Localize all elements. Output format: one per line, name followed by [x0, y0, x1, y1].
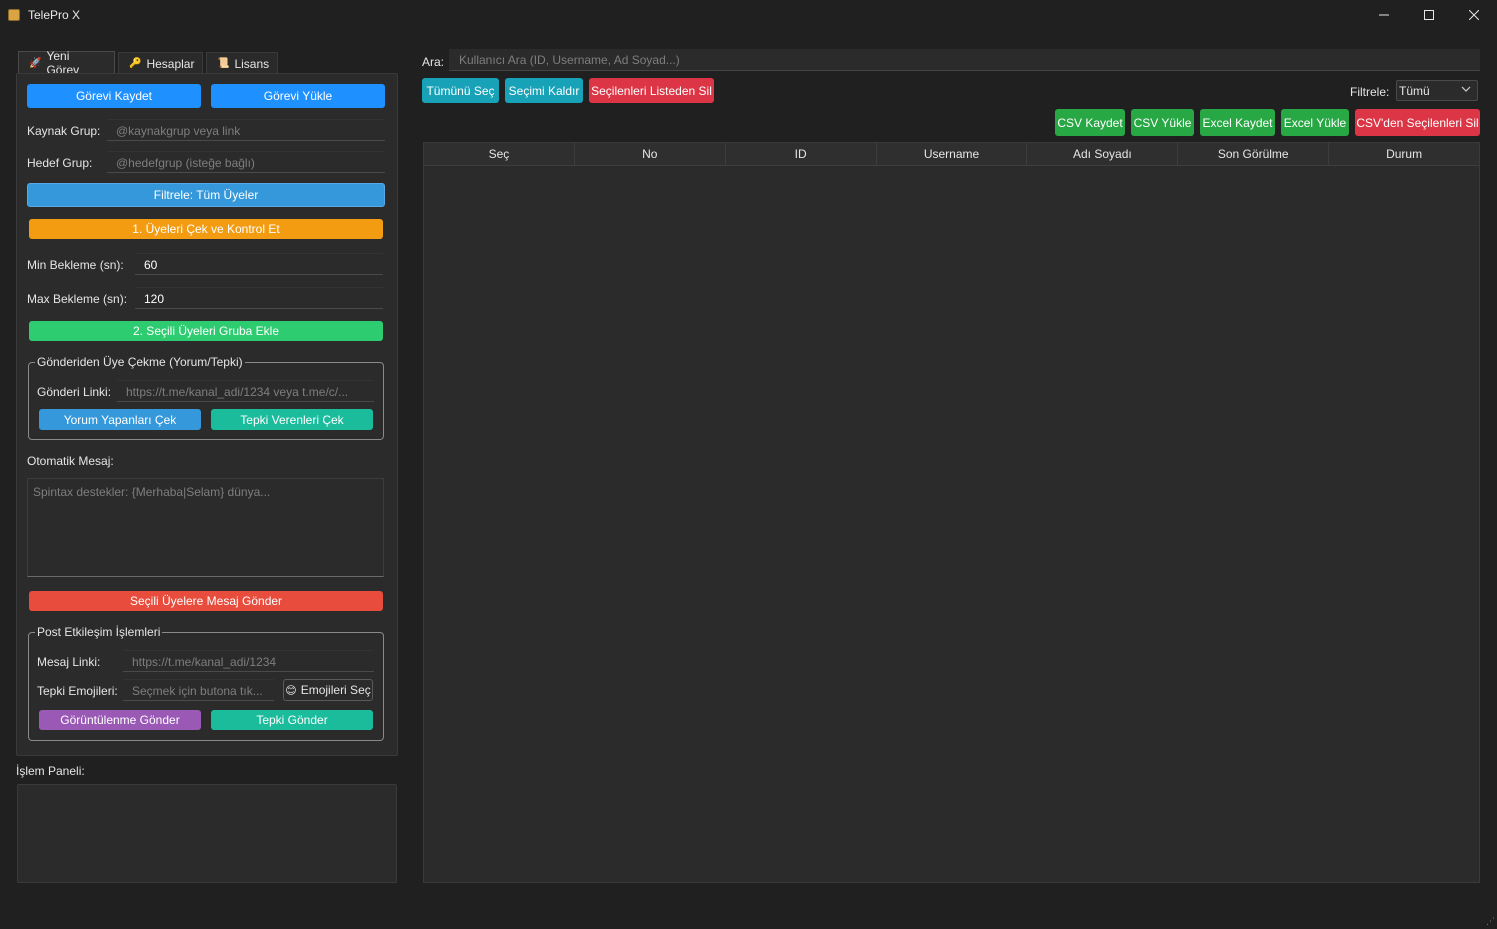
tab-label: Hesaplar [146, 56, 195, 71]
filter-label: Filtrele: [1350, 85, 1390, 99]
maximize-button[interactable] [1406, 0, 1452, 30]
column-header-username[interactable]: Username [877, 143, 1028, 165]
max-wait-label: Max Bekleme (sn): [27, 292, 128, 306]
post-link-input[interactable]: https://t.me/kanal_adi/1234 veya t.me/c/… [117, 380, 374, 402]
log-panel-label: İşlem Paneli: [16, 764, 85, 778]
resize-grip-icon[interactable]: ⋰ [1486, 916, 1495, 927]
title-bar: TelePro X [0, 0, 1497, 30]
column-header-full-name[interactable]: Adı Soyadı [1027, 143, 1179, 165]
reaction-emojis-input[interactable]: Seçmek için butona tık... [123, 679, 274, 701]
post-fetch-title: Gönderiden Üye Çekme (Yorum/Tepki) [35, 355, 245, 369]
filter-members-button[interactable]: Filtrele: Tüm Üyeler [27, 183, 385, 207]
column-header-status[interactable]: Durum [1329, 143, 1479, 165]
send-reaction-button[interactable]: Tepki Gönder [211, 710, 373, 730]
column-header-no[interactable]: No [575, 143, 726, 165]
post-link-label: Gönderi Linki: [37, 385, 112, 399]
filter-select-value: Tümü [1399, 84, 1430, 98]
close-icon [1469, 10, 1479, 20]
close-button[interactable] [1451, 0, 1497, 30]
add-members-button[interactable]: 2. Seçili Üyeleri Gruba Ekle [29, 321, 383, 341]
fetch-commenters-button[interactable]: Yorum Yapanları Çek [39, 409, 201, 430]
key-icon: 🔑 [129, 58, 142, 69]
tab-lisans[interactable]: 📜 Lisans [206, 52, 278, 74]
filter-select[interactable]: Tümü [1396, 80, 1478, 101]
select-emojis-label: Emojileri Seç [300, 683, 371, 697]
max-wait-input[interactable]: 120 [135, 287, 383, 309]
source-group-label: Kaynak Grup: [27, 124, 101, 138]
excel-load-button[interactable]: Excel Yükle [1281, 109, 1349, 136]
members-table[interactable]: Seç No ID Username Adı Soyadı Son Görülm… [423, 142, 1480, 883]
log-panel[interactable] [17, 784, 397, 883]
chevron-down-icon [1461, 84, 1471, 97]
maximize-icon [1424, 10, 1434, 20]
excel-save-button[interactable]: Excel Kaydet [1200, 109, 1275, 136]
post-interaction-title: Post Etkileşim İşlemleri [35, 625, 163, 639]
message-link-input[interactable]: https://t.me/kanal_adi/1234 [123, 650, 374, 672]
select-all-button[interactable]: Tümünü Seç [422, 78, 499, 103]
column-header-id[interactable]: ID [726, 143, 877, 165]
target-group-input[interactable]: @hedefgrup (isteğe bağlı) [107, 151, 385, 173]
csv-save-button[interactable]: CSV Kaydet [1055, 109, 1125, 136]
search-input[interactable]: Kullanıcı Ara (ID, Username, Ad Soyad...… [449, 49, 1480, 71]
rocket-icon: 🚀 [29, 57, 42, 69]
auto-message-label: Otomatik Mesaj: [27, 454, 114, 468]
smile-emoji-icon: 😊 [285, 684, 297, 697]
tab-label: Lisans [234, 56, 270, 71]
table-header: Seç No ID Username Adı Soyadı Son Görülm… [424, 143, 1479, 166]
min-wait-label: Min Bekleme (sn): [27, 258, 124, 272]
target-group-label: Hedef Grup: [27, 156, 93, 170]
send-views-button[interactable]: Görüntülenme Gönder [39, 710, 201, 730]
minimize-button[interactable] [1361, 0, 1407, 30]
load-task-button[interactable]: Görevi Yükle [211, 84, 385, 108]
column-header-last-seen[interactable]: Son Görülme [1178, 143, 1330, 165]
tab-hesaplar[interactable]: 🔑 Hesaplar [118, 52, 203, 74]
window-title: TelePro X [28, 8, 81, 22]
reaction-emojis-label: Tepki Emojileri: [37, 684, 118, 698]
min-wait-input[interactable]: 60 [135, 253, 383, 275]
auto-message-textarea[interactable]: Spintax destekler: {Merhaba|Selam} dünya… [27, 478, 384, 577]
source-group-input[interactable]: @kaynakgrup veya link [107, 119, 385, 141]
fetch-reactors-button[interactable]: Tepki Verenleri Çek [211, 409, 373, 430]
tab-yeni-gorev[interactable]: 🚀 Yeni Görev [18, 49, 115, 77]
delete-selected-button[interactable]: Seçilenleri Listeden Sil [589, 78, 714, 103]
fetch-members-button[interactable]: 1. Üyeleri Çek ve Kontrol Et [29, 219, 383, 239]
save-task-button[interactable]: Görevi Kaydet [27, 84, 201, 108]
column-header-select[interactable]: Seç [424, 143, 575, 165]
message-link-label: Mesaj Linki: [37, 655, 101, 669]
scroll-icon: 📜 [217, 58, 230, 69]
select-emojis-button[interactable]: 😊 Emojileri Seç [283, 679, 373, 701]
clear-selection-button[interactable]: Seçimi Kaldır [505, 78, 583, 103]
csv-load-button[interactable]: CSV Yükle [1131, 109, 1194, 136]
send-message-button[interactable]: Seçili Üyelere Mesaj Gönder [29, 591, 383, 611]
csv-delete-selected-button[interactable]: CSV'den Seçilenleri Sil [1355, 109, 1480, 136]
package-icon [8, 9, 20, 21]
minimize-icon [1379, 14, 1389, 16]
search-label: Ara: [422, 55, 445, 69]
